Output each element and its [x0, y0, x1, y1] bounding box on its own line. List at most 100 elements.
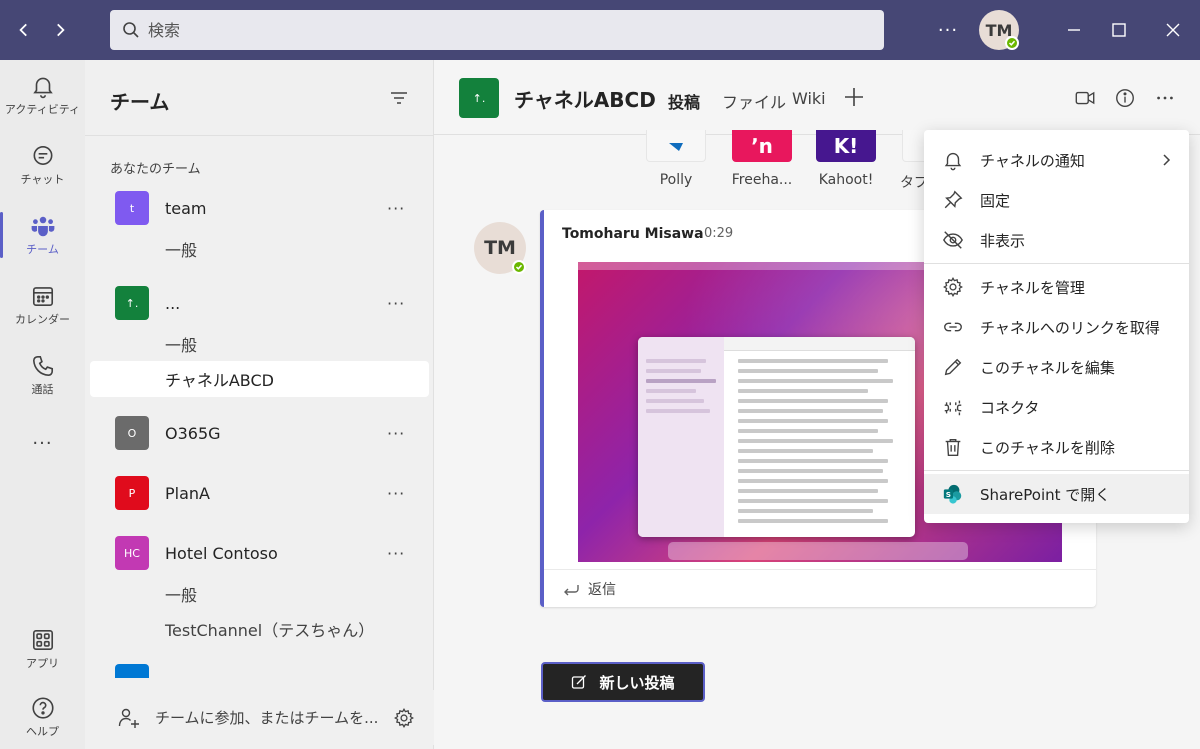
plug-icon: [944, 400, 962, 416]
new-post-button[interactable]: 新しい投稿: [541, 662, 705, 702]
kahoot-logo-icon: K!: [816, 130, 876, 162]
author-avatar[interactable]: TM: [474, 222, 526, 274]
pencil-icon: [944, 358, 962, 376]
app-name: Kahoot!: [818, 172, 874, 188]
team-more-button[interactable]: ···: [387, 484, 405, 503]
bell-icon: [32, 77, 53, 99]
image-file-row: [738, 419, 888, 423]
filter-icon[interactable]: [387, 86, 411, 110]
freehand-logo-icon: ʼn: [732, 130, 792, 162]
menu-item-connectors[interactable]: コネクタ: [924, 387, 1189, 427]
team-more-button[interactable]: ···: [387, 544, 405, 563]
rail-activity-label: アクティビティ: [4, 103, 81, 116]
image-finder-sidebar: [638, 337, 724, 537]
svg-text:S: S: [946, 490, 951, 499]
rail-calendar-label: カレンダー: [15, 313, 70, 326]
channel-item[interactable]: 一般: [90, 326, 429, 362]
team-tile-partial: [115, 664, 149, 678]
gear-icon: [943, 277, 963, 297]
team-row[interactable]: HC Hotel Contoso ···: [85, 533, 434, 573]
reply-icon: [564, 584, 579, 595]
gear-icon[interactable]: [393, 707, 415, 729]
search-input[interactable]: [148, 20, 848, 40]
profile-avatar[interactable]: TM: [979, 10, 1019, 50]
chevron-right-icon: [57, 23, 65, 37]
message-author[interactable]: Tomoharu Misawa: [562, 226, 704, 242]
menu-separator: [924, 470, 1189, 471]
rail-activity[interactable]: アクティビティ: [0, 62, 85, 128]
rail-more-label: ···: [32, 432, 53, 454]
rail-help[interactable]: ヘルプ: [0, 684, 85, 749]
minimize-button[interactable]: [1058, 14, 1090, 46]
menu-separator: [924, 263, 1189, 264]
channel-title: チャネルABCD: [514, 88, 656, 112]
image-file-row: [738, 379, 893, 383]
join-team-link[interactable]: チームに参加、またはチームを...: [155, 707, 378, 728]
join-team-icon[interactable]: [117, 706, 141, 730]
tab-posts[interactable]: 投稿: [668, 89, 700, 113]
app-card-kahoot[interactable]: K! Kahoot!: [806, 130, 886, 188]
rail-teams[interactable]: チーム: [0, 202, 85, 268]
add-tab-icon[interactable]: [842, 85, 866, 109]
close-button[interactable]: [1157, 14, 1189, 46]
image-file-row: [738, 469, 883, 473]
video-call-icon[interactable]: [1074, 87, 1096, 109]
team-row[interactable]: ↑. ... ···: [85, 283, 434, 323]
app-card-freehand[interactable]: ʼn Freeha...: [722, 130, 802, 188]
author-initials: TM: [484, 237, 516, 259]
menu-item-pin[interactable]: 固定: [924, 180, 1189, 220]
menu-item-label: チャネルの通知: [980, 151, 1085, 170]
menu-item-label: チャネルを管理: [980, 278, 1085, 297]
team-row[interactable]: P PlanA ···: [85, 473, 434, 513]
menu-item-edit-channel[interactable]: このチャネルを編集: [924, 347, 1189, 387]
channel-item[interactable]: 一般: [90, 231, 429, 267]
image-file-row: [738, 499, 888, 503]
team-tile: t: [115, 191, 149, 225]
app-card-polly[interactable]: Polly: [636, 130, 716, 188]
team-name: Hotel Contoso: [165, 543, 278, 563]
rail-calls-label: 通話: [31, 383, 54, 396]
maximize-button[interactable]: [1103, 14, 1135, 46]
app-name: タブ: [900, 175, 928, 191]
chat-icon: [33, 145, 52, 165]
search-box[interactable]: [110, 10, 884, 50]
tab-files[interactable]: ファイル: [722, 89, 786, 113]
team-more-button[interactable]: ···: [387, 199, 405, 218]
team-row[interactable]: O O365G ···: [85, 413, 434, 453]
image-file-row: [738, 439, 893, 443]
forward-button[interactable]: [42, 12, 78, 48]
image-file-row: [738, 459, 888, 463]
menu-item-open-sharepoint[interactable]: S SharePoint で開く: [924, 474, 1189, 514]
channel-header: ↑. チャネルABCD 投稿 ファイル Wiki: [434, 60, 1200, 135]
panel-divider: [85, 135, 434, 136]
rail-apps[interactable]: アプリ: [0, 616, 85, 682]
channel-item[interactable]: TestChannel（テスちゃん）: [90, 611, 429, 647]
calendar-icon: [32, 287, 53, 307]
app-card-tab[interactable]: タブ: [888, 130, 932, 192]
rail-calls[interactable]: 通話: [0, 342, 85, 408]
menu-item-get-link[interactable]: チャネルへのリンクを取得: [924, 307, 1189, 347]
image-file-row: [738, 429, 878, 433]
menu-item-manage-channel[interactable]: チャネルを管理: [924, 267, 1189, 307]
menu-item-channel-notifications[interactable]: チャネルの通知: [924, 140, 1189, 180]
image-file-row: [738, 369, 878, 373]
team-more-button[interactable]: ···: [387, 294, 405, 313]
menu-item-hide[interactable]: 非表示: [924, 220, 1189, 260]
rail-calendar[interactable]: カレンダー: [0, 272, 85, 338]
rail-chat[interactable]: チャット: [0, 132, 85, 198]
rail-more-apps[interactable]: ···: [0, 410, 85, 476]
channel-item-selected[interactable]: チャネルABCD: [90, 361, 429, 397]
team-more-button[interactable]: ···: [387, 424, 405, 443]
tab-wiki[interactable]: Wiki: [792, 89, 826, 108]
menu-item-label: このチャネルを削除: [980, 438, 1115, 457]
info-icon[interactable]: [1114, 87, 1136, 109]
reply-bar[interactable]: 返信: [544, 569, 1096, 607]
back-button[interactable]: [6, 12, 42, 48]
team-row[interactable]: t team ···: [85, 188, 434, 228]
channel-item[interactable]: 一般: [90, 576, 429, 612]
team-name: PlanA: [165, 483, 210, 503]
settings-more-button[interactable]: ···: [932, 14, 964, 46]
menu-item-delete-channel[interactable]: このチャネルを削除: [924, 427, 1189, 467]
message-time: 0:29: [704, 226, 734, 241]
more-options-icon[interactable]: [1154, 87, 1176, 109]
